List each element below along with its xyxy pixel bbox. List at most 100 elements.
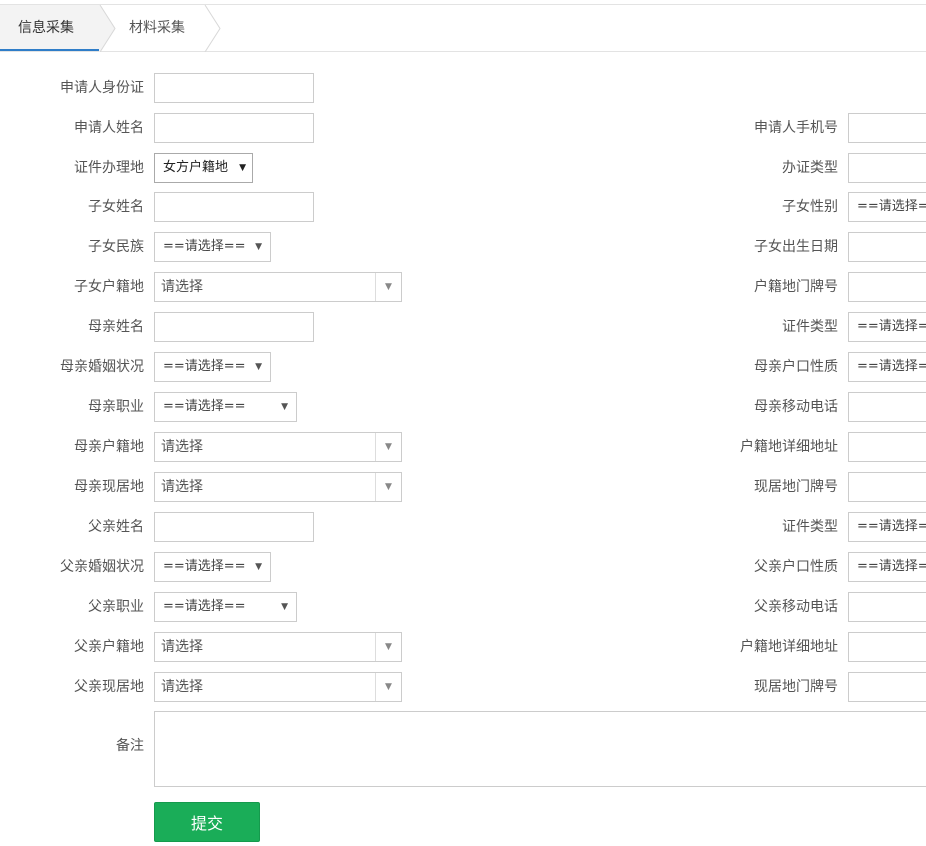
father-residence-label: 父亲现居地 bbox=[74, 679, 144, 695]
mother-marital-label: 母亲婚姻状况 bbox=[60, 359, 144, 375]
dropdown-arrow-icon: ▼ bbox=[255, 562, 262, 572]
household-door-no-input[interactable] bbox=[848, 272, 926, 302]
father-name-input[interactable] bbox=[154, 512, 314, 542]
child-name-input[interactable] bbox=[154, 192, 314, 222]
dropdown-arrow-icon[interactable]: ▼ bbox=[375, 673, 401, 701]
mother-job-select[interactable]: ==请选择== ▼ bbox=[154, 392, 297, 422]
tab-separator-arrow bbox=[204, 5, 221, 52]
applicant-name-label: 申请人姓名 bbox=[74, 120, 144, 136]
mother-household-value: 请选择 bbox=[161, 439, 203, 455]
applicant-name-input[interactable] bbox=[154, 113, 314, 143]
dropdown-arrow-icon: ▼ bbox=[255, 242, 262, 252]
form-row: 母亲户籍地 请选择 ▼ 户籍地详细地址 bbox=[0, 432, 926, 462]
form-row: 申请人身份证 bbox=[0, 73, 926, 103]
mother-residence-door-input[interactable] bbox=[848, 472, 926, 502]
form-row: 母亲现居地 请选择 ▼ 现居地门牌号 bbox=[0, 472, 926, 502]
child-birthdate-input[interactable] bbox=[848, 232, 926, 262]
father-mobile-label: 父亲移动电话 bbox=[754, 599, 838, 615]
cert-location-value: 女方户籍地 bbox=[163, 160, 229, 175]
form-row: 父亲户籍地 请选择 ▼ 户籍地详细地址 bbox=[0, 632, 926, 662]
dropdown-arrow-icon: ▼ bbox=[281, 402, 288, 412]
father-residence-door-input[interactable] bbox=[848, 672, 926, 702]
child-ethnicity-select[interactable]: ==请选择== ▼ bbox=[154, 232, 271, 262]
father-marital-label: 父亲婚姻状况 bbox=[60, 559, 144, 575]
father-household-addr-input[interactable] bbox=[848, 632, 926, 662]
father-residence-door-label: 现居地门牌号 bbox=[754, 679, 838, 695]
mother-id-type-select[interactable]: ==请选择== bbox=[848, 312, 926, 342]
applicant-id-input[interactable] bbox=[154, 73, 314, 103]
dropdown-arrow-icon[interactable]: ▼ bbox=[375, 273, 401, 301]
form-row: 申请人姓名 申请人手机号 bbox=[0, 113, 926, 143]
mother-residence-door-label: 现居地门牌号 bbox=[754, 479, 838, 495]
father-job-select[interactable]: ==请选择== ▼ bbox=[154, 592, 297, 622]
mother-mobile-input[interactable] bbox=[848, 392, 926, 422]
cert-location-select[interactable]: 女方户籍地 ▼ bbox=[154, 153, 253, 183]
remark-textarea[interactable] bbox=[154, 711, 926, 787]
child-household-label: 子女户籍地 bbox=[74, 279, 144, 295]
father-residence-value: 请选择 bbox=[161, 679, 203, 695]
remark-row: 备注 bbox=[0, 711, 926, 787]
father-hukou-type-select[interactable]: ==请选择== bbox=[848, 552, 926, 582]
child-gender-label: 子女性别 bbox=[782, 199, 838, 215]
father-job-value: ==请选择== bbox=[163, 599, 246, 614]
mother-household-addr-input[interactable] bbox=[848, 432, 926, 462]
father-household-addr-label: 户籍地详细地址 bbox=[740, 639, 838, 655]
father-household-label: 父亲户籍地 bbox=[74, 639, 144, 655]
mother-residence-value: 请选择 bbox=[161, 479, 203, 495]
tab-material-collection[interactable]: 材料采集 bbox=[100, 5, 210, 51]
dropdown-arrow-icon: ▼ bbox=[281, 602, 288, 612]
household-door-no-label: 户籍地门牌号 bbox=[754, 279, 838, 295]
mother-residence-combobox[interactable]: 请选择 ▼ bbox=[154, 472, 402, 502]
mother-marital-value: ==请选择== bbox=[163, 359, 246, 374]
form-row: 证件办理地 女方户籍地 ▼ 办证类型 bbox=[0, 153, 926, 183]
cert-location-label: 证件办理地 bbox=[74, 160, 144, 176]
mother-mobile-label: 母亲移动电话 bbox=[754, 399, 838, 415]
mother-marital-select[interactable]: ==请选择== ▼ bbox=[154, 352, 271, 382]
father-id-type-label: 证件类型 bbox=[782, 519, 838, 535]
mother-hukou-type-label: 母亲户口性质 bbox=[754, 359, 838, 375]
child-household-combobox[interactable]: 请选择 ▼ bbox=[154, 272, 402, 302]
child-household-value: 请选择 bbox=[161, 279, 203, 295]
tab-info-collection[interactable]: 信息采集 bbox=[0, 5, 100, 51]
form-row: 子女姓名 子女性别 ==请选择== bbox=[0, 192, 926, 222]
father-hukou-type-value: ==请选择== bbox=[857, 559, 926, 574]
mother-household-addr-label: 户籍地详细地址 bbox=[740, 439, 838, 455]
father-mobile-input[interactable] bbox=[848, 592, 926, 622]
child-birthdate-label: 子女出生日期 bbox=[754, 239, 838, 255]
form-row: 父亲现居地 请选择 ▼ 现居地门牌号 bbox=[0, 672, 926, 702]
cert-type-input[interactable] bbox=[848, 153, 926, 183]
dropdown-arrow-icon[interactable]: ▼ bbox=[375, 433, 401, 461]
father-household-value: 请选择 bbox=[161, 639, 203, 655]
submit-button[interactable]: 提交 bbox=[154, 802, 260, 842]
applicant-phone-input[interactable] bbox=[848, 113, 926, 143]
form-row: 母亲职业 ==请选择== ▼ 母亲移动电话 bbox=[0, 392, 926, 422]
father-job-label: 父亲职业 bbox=[88, 599, 144, 615]
applicant-phone-label: 申请人手机号 bbox=[754, 120, 838, 136]
child-gender-value: ==请选择== bbox=[857, 199, 926, 214]
dropdown-arrow-icon[interactable]: ▼ bbox=[375, 473, 401, 501]
form-row: 母亲姓名 证件类型 ==请选择== bbox=[0, 312, 926, 342]
father-household-combobox[interactable]: 请选择 ▼ bbox=[154, 632, 402, 662]
mother-id-type-value: ==请选择== bbox=[857, 319, 926, 334]
form-row: 父亲婚姻状况 ==请选择== ▼ 父亲户口性质 ==请选择== bbox=[0, 552, 926, 582]
father-name-label: 父亲姓名 bbox=[88, 519, 144, 535]
father-hukou-type-label: 父亲户口性质 bbox=[754, 559, 838, 575]
mother-household-label: 母亲户籍地 bbox=[74, 439, 144, 455]
dropdown-arrow-icon: ▼ bbox=[255, 362, 262, 372]
dropdown-arrow-icon[interactable]: ▼ bbox=[375, 633, 401, 661]
father-id-type-value: ==请选择== bbox=[857, 519, 926, 534]
mother-id-type-label: 证件类型 bbox=[782, 319, 838, 335]
father-id-type-select[interactable]: ==请选择== bbox=[848, 512, 926, 542]
mother-household-combobox[interactable]: 请选择 ▼ bbox=[154, 432, 402, 462]
child-name-label: 子女姓名 bbox=[88, 199, 144, 215]
mother-name-input[interactable] bbox=[154, 312, 314, 342]
father-residence-combobox[interactable]: 请选择 ▼ bbox=[154, 672, 402, 702]
child-gender-select[interactable]: ==请选择== bbox=[848, 192, 926, 222]
remark-label: 备注 bbox=[116, 738, 144, 754]
applicant-id-label: 申请人身份证 bbox=[60, 80, 144, 96]
mother-job-value: ==请选择== bbox=[163, 399, 246, 414]
father-marital-select[interactable]: ==请选择== ▼ bbox=[154, 552, 271, 582]
mother-job-label: 母亲职业 bbox=[88, 399, 144, 415]
cert-type-label: 办证类型 bbox=[782, 160, 838, 176]
mother-hukou-type-select[interactable]: ==请选择== bbox=[848, 352, 926, 382]
